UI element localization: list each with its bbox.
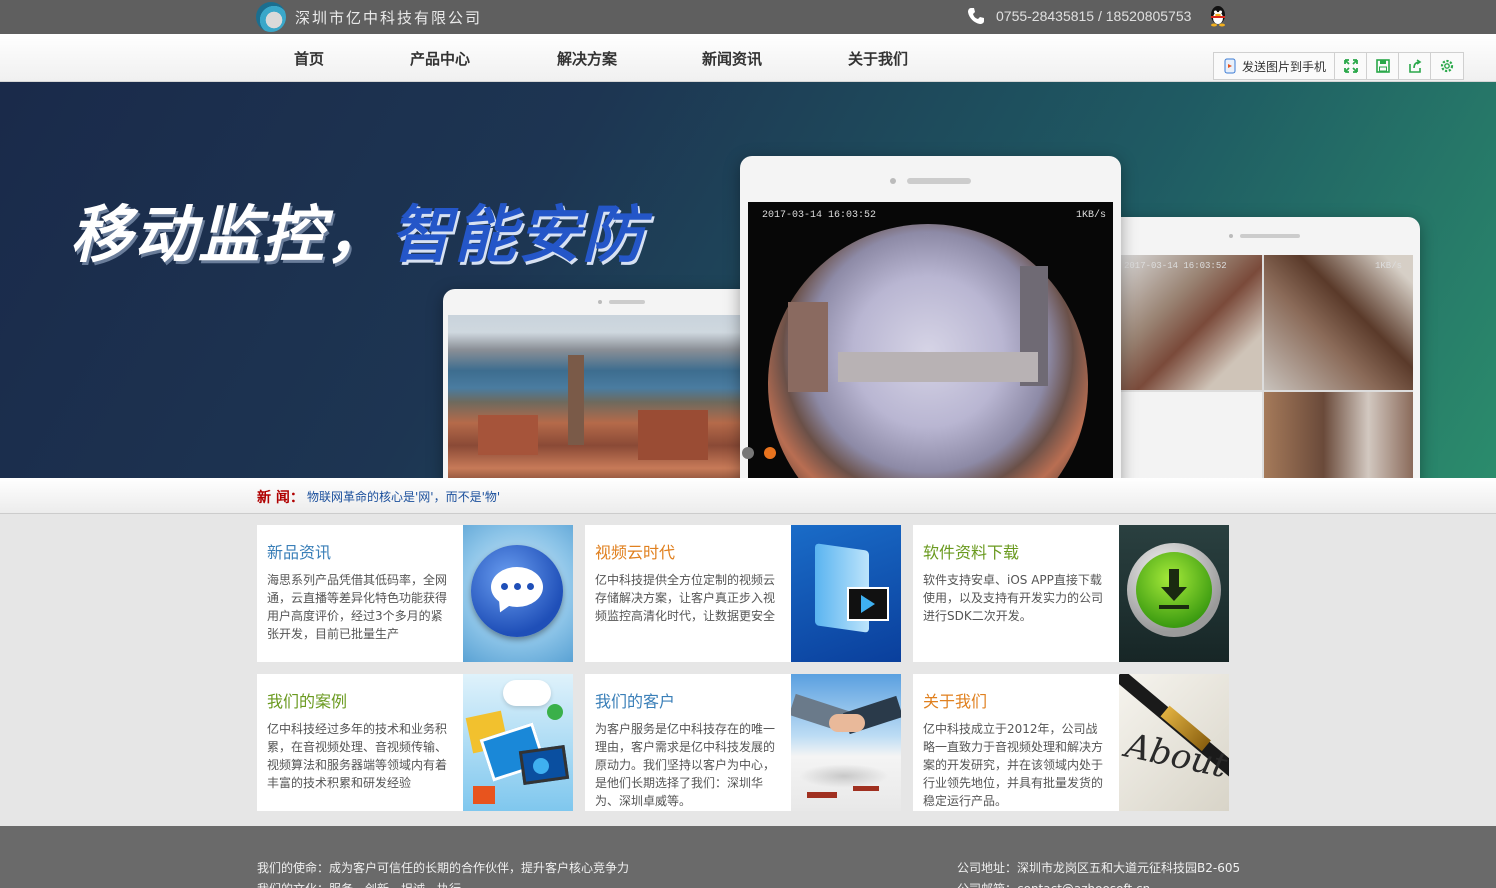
banner-headline-blue: 智能安防 (390, 198, 647, 271)
company-name: 深圳市亿中科技有限公司 (295, 9, 483, 27)
card-title[interactable]: 关于我们 (923, 688, 1109, 712)
card-title[interactable]: 我们的案例 (267, 688, 453, 712)
expand-icon (1343, 59, 1358, 73)
nav-home[interactable]: 首页 (294, 48, 324, 69)
footer-email[interactable]: 公司邮箱：contact@azhoosoft.cn (957, 880, 1150, 888)
banner-headline-white: 移动监控， (70, 198, 391, 271)
nav-products[interactable]: 产品中心 (410, 48, 470, 69)
ticker-label: 新 闻： (257, 490, 304, 506)
card-new-products[interactable]: 新品资讯 海思系列产品凭借其低码率，全网通，云直播等差异化特色功能获得用户高度评… (257, 525, 573, 662)
top-bar: 深圳市亿中科技有限公司 0755-28435815 / 18520805753 (0, 0, 1496, 34)
share-button[interactable] (1399, 53, 1432, 79)
hero-banner[interactable]: 移动监控，智能安防 2017-03-14 16:03:52 1KB/s 2017… (0, 82, 1496, 478)
send-to-phone-label: 发送图片到手机 (1242, 59, 1327, 74)
footer-mission: 我们的使命：成为客户可信任的长期的合作伙伴，提升客户核心竞争力 (257, 861, 630, 875)
card-our-customers[interactable]: 我们的客户 为客户服务是亿中科技存在的唯一理由，客户需求是亿中科技发展的原动力。… (585, 674, 901, 811)
footer-culture: 我们的文化：服务、创新、坦诚、执行 (257, 880, 461, 888)
fisheye-rate: 1KB/s (1076, 210, 1107, 221)
tablet-left (443, 289, 753, 478)
card-description: 软件支持安卓、iOS APP直接下载使用，以及支持有开发实力的公司进行SDK二次… (923, 573, 1104, 623)
tablet-right: 2017-03-14 16:03:52 1KB/s (1105, 217, 1420, 478)
save-icon (1375, 59, 1390, 73)
phone-icon (968, 8, 984, 24)
contact-phone: 0755-28435815 / 18520805753 (996, 8, 1192, 24)
quad-rate: 1KB/s (1375, 261, 1403, 271)
download-icon (1119, 525, 1229, 662)
slider-dot-2[interactable] (764, 447, 776, 459)
slider-dot-1[interactable] (742, 447, 754, 459)
card-video-cloud[interactable]: 视频云时代 亿中科技提供全方位定制的视频云存储解决方案，让客户真正步入视频监控高… (585, 525, 901, 662)
card-our-cases[interactable]: 我们的案例 亿中科技经过多年的技术和业务积累，在音视频处理、音视频传输、视频算法… (257, 674, 573, 811)
fullscreen-button[interactable] (1335, 53, 1368, 79)
card-description: 亿中科技成立于2012年，公司战略一直致力于音视频处理和解决方案的开发研究，并在… (923, 722, 1104, 808)
footer-address: 公司地址：深圳市龙岗区五和大道元征科技园B2-605 (957, 861, 1241, 875)
banner-headline: 移动监控，智能安防 (70, 184, 646, 274)
handshake-icon (791, 674, 901, 811)
tablet-center: 2017-03-14 16:03:52 1KB/s (740, 156, 1121, 478)
card-about-us[interactable]: 关于我们 亿中科技成立于2012年，公司战略一直致力于音视频处理和解决方案的开发… (913, 674, 1229, 811)
send-to-phone-button[interactable]: 发送图片到手机 (1214, 53, 1336, 79)
nav-about[interactable]: 关于我们 (848, 48, 908, 69)
quad-timestamp: 2017-03-14 16:03:52 (1124, 261, 1227, 271)
card-software-download[interactable]: 软件资料下载 软件支持安卓、iOS APP直接下载使用，以及支持有开发实力的公司… (913, 525, 1229, 662)
cloud-devices-icon (463, 674, 573, 811)
qq-penguin-icon[interactable] (1208, 5, 1228, 27)
news-ticker: 新 闻： 物联网革命的核心是'网'，而不是'物' (0, 478, 1496, 514)
card-title[interactable]: 软件资料下载 (923, 539, 1109, 563)
save-button[interactable] (1367, 53, 1400, 79)
gear-icon (1440, 59, 1454, 73)
settings-button[interactable] (1431, 53, 1463, 79)
pen-about-icon: About (1119, 674, 1229, 811)
image-toolbar: 发送图片到手机 (1213, 52, 1465, 80)
phone-send-icon (1224, 58, 1236, 74)
company-logo[interactable] (256, 2, 286, 32)
card-description: 为客户服务是亿中科技存在的唯一理由，客户需求是亿中科技发展的原动力。我们坚持以客… (595, 722, 776, 808)
fisheye-timestamp: 2017-03-14 16:03:52 (762, 210, 877, 221)
city-panorama-image (448, 315, 748, 478)
share-icon (1408, 59, 1421, 73)
nav-solutions[interactable]: 解决方案 (557, 48, 617, 69)
quad-view-image: 2017-03-14 16:03:52 1KB/s (1120, 255, 1413, 478)
fisheye-camera-image: 2017-03-14 16:03:52 1KB/s (748, 202, 1113, 478)
nav-news[interactable]: 新闻资讯 (702, 48, 762, 69)
card-description: 亿中科技提供全方位定制的视频云存储解决方案，让客户真正步入视频监控高清化时代，让… (595, 573, 776, 623)
card-title[interactable]: 新品资讯 (267, 539, 453, 563)
card-description: 亿中科技经过多年的技术和业务积累，在音视频处理、音视频传输、视频算法和服务器端等… (267, 722, 448, 790)
card-description: 海思系列产品凭借其低码率，全网通，云直播等差异化特色功能获得用户高度评价，经过3… (267, 573, 448, 641)
chat-bubble-icon (463, 525, 573, 662)
site-footer: 我们的使命：成为客户可信任的长期的合作伙伴，提升客户核心竞争力 我们的文化：服务… (0, 826, 1496, 888)
ticker-headline-link[interactable]: 物联网革命的核心是'网'，而不是'物' (307, 488, 500, 505)
card-title[interactable]: 视频云时代 (595, 539, 781, 563)
video-cloud-icon (791, 525, 901, 662)
card-title[interactable]: 我们的客户 (595, 688, 781, 712)
